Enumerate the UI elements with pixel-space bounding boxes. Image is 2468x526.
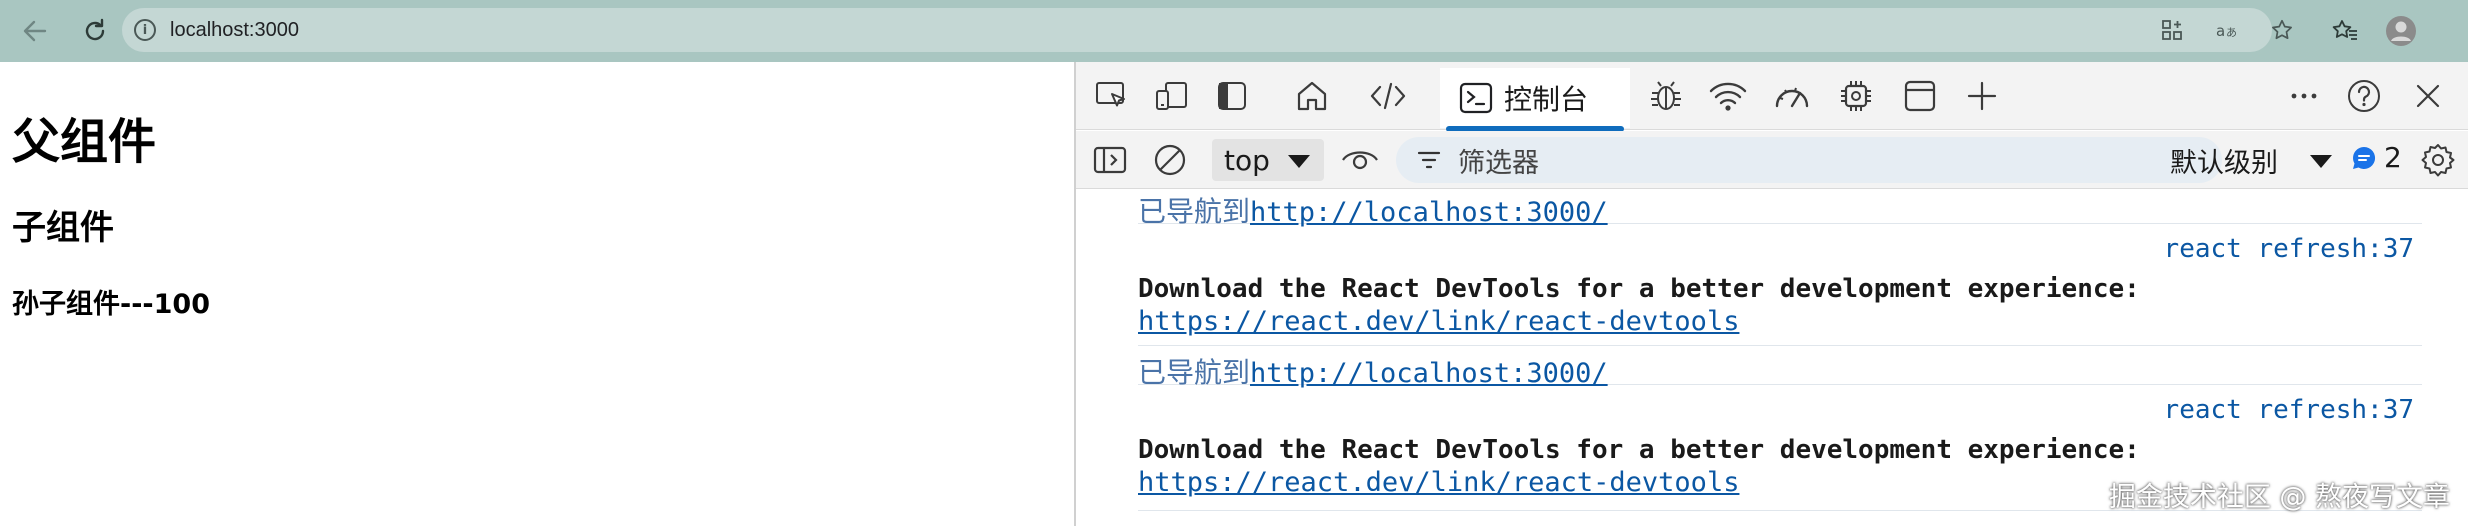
navigation-link[interactable]: http://localhost:3000/ [1250,197,1608,228]
chevron-down-icon [1288,155,1310,168]
refresh-icon [85,18,105,41]
info-glyph: i [142,22,148,38]
toggle-sidebar-button[interactable] [1210,74,1254,118]
filter-input[interactable]: 筛选器 [1396,137,2222,183]
console-message-navigation: 已导航到http://localhost:3000/ [1138,190,2422,228]
tab-network[interactable] [1706,74,1750,118]
help-button[interactable] [2342,74,2386,118]
message-link[interactable]: https://react.dev/link/react-devtools [1138,467,1739,498]
tab-performance[interactable] [1770,74,1814,118]
grandchild-component-heading: 孙子组件---100 [12,289,210,320]
clear-console-button[interactable] [1148,138,1192,182]
inspect-icon [1096,82,1125,107]
favorites-list-icon [2332,20,2357,40]
tab-application[interactable] [1898,74,1942,118]
url-text[interactable]: localhost:3000 [170,19,299,42]
svg-text:a: a [2216,22,2225,40]
tab-console[interactable]: 控制台 [1440,68,1630,132]
navigation-prefix: 已导航到 [1138,195,1251,228]
issues-count: 2 [2384,141,2402,174]
device-icon [1156,82,1187,110]
tab-welcome[interactable] [1290,74,1334,118]
sidebar-toggle-icon [1093,146,1127,174]
more-horizontal-icon [2291,93,2317,99]
gauge-icon [1775,87,1809,108]
tab-elements[interactable] [1366,74,1410,118]
wifi-icon [1709,82,1747,111]
filter-icon [1417,151,1441,169]
message-source-link[interactable]: react refresh:37 [2164,395,2414,425]
chevron-down-icon [2310,155,2332,168]
parent-component-heading: 父组件 [12,114,157,170]
context-selector-value: top [1224,143,1270,177]
more-tools-button[interactable] [1960,74,2004,118]
live-expression-button[interactable] [1338,138,1382,182]
log-level-selector[interactable]: 默认级别 [2170,139,2332,181]
message-link[interactable]: https://react.dev/link/react-devtools [1138,306,1739,337]
help-icon [2348,80,2380,112]
page-viewport: 父组件 子组件 孙子组件---100 [0,62,1074,526]
avatar-icon [2386,16,2416,46]
app-available-icon[interactable] [2158,16,2186,44]
watermark: 掘金技术社区 @ 熬夜写文章 [2108,482,2450,513]
address-bar[interactable]: i localhost:3000 a あ [122,8,2292,52]
profile-button[interactable] [2378,8,2424,54]
console-message-navigation: 已导航到http://localhost:3000/ [1138,351,2422,389]
close-icon [2416,84,2440,108]
message-source-link[interactable]: react refresh:37 [2164,234,2414,264]
message-text: Download the React DevTools for a better… [1138,435,2140,465]
log-level-value: 默认级别 [2170,147,2278,179]
plus-icon [1967,81,1997,111]
tab-console-label: 控制台 [1504,83,1589,116]
message-bubble-icon [2353,146,2376,169]
back-button[interactable] [12,8,58,54]
favorites-button[interactable] [2322,8,2368,54]
devtools-panel: 控制台 top 筛选器 默认级别 2 已导航到http://localhost:… [1074,62,2468,526]
read-aloud-icon[interactable]: a あ [2214,16,2242,44]
grid-plus-icon [2162,20,2182,40]
svg-text:あ: あ [2226,26,2237,39]
text-aa-icon: a あ [2216,22,2237,40]
console-toolbar: top 筛选器 默认级别 2 [1076,131,2468,189]
console-icon [1459,82,1493,114]
issues-counter[interactable]: 2 [2350,141,2402,174]
close-devtools-button[interactable] [2406,74,2450,118]
sidebar-icon [1218,82,1246,110]
code-brackets-icon [1370,82,1406,110]
device-emulation-button[interactable] [1150,74,1194,118]
gear-icon [2421,144,2455,177]
filter-placeholder: 筛选器 [1458,147,1539,179]
context-selector[interactable]: top [1212,139,1324,181]
browser-toolbar: i localhost:3000 a あ [0,0,2468,62]
customize-menu-button[interactable] [2282,74,2326,118]
console-settings-button[interactable] [2416,138,2460,182]
tab-sources[interactable] [1644,74,1688,118]
navigation-link[interactable]: http://localhost:3000/ [1250,358,1608,389]
inspect-element-button[interactable] [1090,74,1134,118]
show-console-sidebar-button[interactable] [1088,138,1132,182]
chip-icon [1841,81,1871,111]
arrow-left-icon [23,20,47,42]
navigation-prefix: 已导航到 [1138,356,1251,389]
window-icon [1904,80,1936,112]
block-icon [1154,144,1186,176]
eye-icon [1342,151,1378,170]
favorite-star-icon[interactable] [2268,16,2296,44]
bug-icon [1651,81,1681,110]
site-info-icon[interactable]: i [134,19,156,41]
child-component-heading: 子组件 [12,208,114,248]
devtools-tab-bar: 控制台 [1076,62,2468,132]
message-text: Download the React DevTools for a better… [1138,274,2140,304]
refresh-button[interactable] [72,8,118,54]
console-message-info: react refresh:37 Download the React DevT… [1138,230,2422,346]
star-icon [2272,19,2292,40]
tab-memory[interactable] [1834,74,1878,118]
home-icon [1297,81,1327,111]
